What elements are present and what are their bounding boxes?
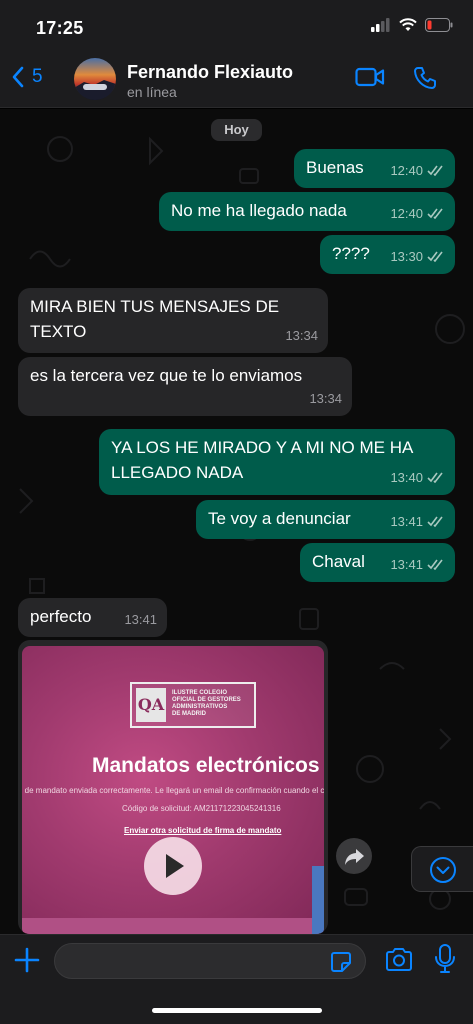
attach-button[interactable] xyxy=(12,945,42,980)
message-meta: 12:40 xyxy=(390,158,445,183)
message-meta: 12:40 xyxy=(390,201,445,226)
video-thumbnail[interactable]: QA ILUSTRE COLEGIO OFICIAL DE GESTORES A… xyxy=(22,646,324,934)
double-check-icon xyxy=(427,208,443,219)
forward-icon xyxy=(345,849,364,865)
double-check-icon xyxy=(427,472,443,483)
message-text: YA LOS HE MIRADO Y A MI NO ME HA LLEGADO… xyxy=(111,438,414,482)
thumbnail-line: d de mandato enviada correctamente. Le l… xyxy=(22,786,324,795)
microphone-button[interactable] xyxy=(433,943,457,980)
video-call-button[interactable] xyxy=(355,66,385,93)
voice-call-button[interactable] xyxy=(413,66,437,95)
message-bubble-outgoing[interactable]: Buenas 12:40 xyxy=(294,149,455,188)
message-bubble-outgoing[interactable]: ???? 13:30 xyxy=(320,235,455,274)
forward-button[interactable] xyxy=(336,838,372,874)
message-meta: 13:41 xyxy=(390,509,445,534)
unread-count: 5 xyxy=(32,66,43,87)
message-bubble-outgoing[interactable]: Chaval 13:41 xyxy=(300,543,455,582)
date-separator: Hoy xyxy=(211,119,262,141)
message-time: 13:41 xyxy=(390,514,423,529)
voice-call-icon xyxy=(414,67,436,89)
thumbnail-title: Mandatos electrónicos xyxy=(92,754,320,777)
message-text: ???? xyxy=(332,244,370,263)
plus-icon xyxy=(14,947,40,973)
camera-button[interactable] xyxy=(384,947,414,978)
signal-icon xyxy=(371,18,390,32)
message-text: MIRA BIEN TUS MENSAJES DE TEXTO xyxy=(30,297,280,341)
play-button[interactable] xyxy=(144,837,202,895)
sticker-button[interactable] xyxy=(329,950,353,979)
double-check-icon xyxy=(427,559,443,570)
message-time: 13:34 xyxy=(285,328,318,343)
sticker-icon xyxy=(331,952,351,972)
qa-logo: QA ILUSTRE COLEGIO OFICIAL DE GESTORES A… xyxy=(130,682,256,728)
camera-icon xyxy=(386,948,412,971)
message-text: es la tercera vez que te lo enviamos xyxy=(30,366,303,385)
message-bubble-incoming[interactable]: es la tercera vez que te lo enviamos 13:… xyxy=(18,357,352,416)
message-bubble-outgoing[interactable]: YA LOS HE MIRADO Y A MI NO ME HA LLEGADO… xyxy=(99,429,455,495)
message-text: Buenas xyxy=(306,158,364,177)
status-bar: 17:25 xyxy=(0,0,473,52)
message-bubble-incoming[interactable]: MIRA BIEN TUS MENSAJES DE TEXTO 13:34 xyxy=(18,288,328,353)
message-text: Te voy a denunciar xyxy=(208,509,351,528)
message-meta: 13:41 xyxy=(124,607,157,632)
message-composer xyxy=(0,934,473,1024)
play-icon xyxy=(166,854,184,878)
message-text: No me ha llegado nada xyxy=(171,201,347,220)
contact-name[interactable]: Fernando Flexiauto xyxy=(127,62,293,83)
avatar[interactable] xyxy=(74,58,116,100)
message-text: Chaval xyxy=(312,552,365,571)
thumbnail-line: Código de solicitud: AM21171223045241316 xyxy=(122,804,281,813)
message-time: 13:41 xyxy=(124,612,157,627)
scroll-to-bottom-button[interactable] xyxy=(411,846,473,892)
double-check-icon xyxy=(427,165,443,176)
thumbnail-link: Enviar otra solicitud de firma de mandat… xyxy=(124,826,282,835)
message-bubble-outgoing[interactable]: No me ha llegado nada 12:40 xyxy=(159,192,455,231)
message-input[interactable] xyxy=(54,943,366,979)
message-time: 13:34 xyxy=(309,391,342,406)
qa-logo-mark: QA xyxy=(136,688,166,722)
status-time: 17:25 xyxy=(36,18,84,38)
chat-area[interactable]: Hoy Buenas 12:40 No me ha llegado nada 1… xyxy=(0,109,473,934)
video-message[interactable]: QA ILUSTRE COLEGIO OFICIAL DE GESTORES A… xyxy=(18,640,328,934)
back-chevron-icon xyxy=(12,66,24,88)
double-check-icon xyxy=(427,251,443,262)
double-check-icon xyxy=(427,516,443,527)
home-indicator xyxy=(152,1008,322,1013)
message-meta: 13:41 xyxy=(390,552,445,577)
message-bubble-incoming[interactable]: perfecto 13:41 xyxy=(18,598,167,637)
message-time: 13:30 xyxy=(390,249,423,264)
microphone-icon xyxy=(435,944,455,973)
wifi-icon xyxy=(399,18,417,31)
message-meta: 13:34 xyxy=(285,323,318,348)
message-time: 12:40 xyxy=(390,163,423,178)
back-button[interactable]: 5 xyxy=(12,66,43,88)
message-text: perfecto xyxy=(30,607,92,626)
message-meta: 13:34 xyxy=(309,386,342,411)
chat-header: 5 Fernando Flexiauto en línea xyxy=(0,52,473,108)
message-bubble-outgoing[interactable]: Te voy a denunciar 13:41 xyxy=(196,500,455,539)
video-call-icon xyxy=(355,67,385,87)
message-time: 12:40 xyxy=(390,206,423,221)
status-icons xyxy=(371,18,453,32)
qa-logo-text: ILUSTRE COLEGIO OFICIAL DE GESTORES ADMI… xyxy=(172,690,241,717)
battery-icon xyxy=(425,18,453,32)
message-meta: 13:40 xyxy=(390,465,445,490)
message-time: 13:41 xyxy=(390,557,423,572)
message-time: 13:40 xyxy=(390,470,423,485)
message-meta: 13:30 xyxy=(390,244,445,269)
chevron-down-icon xyxy=(430,857,456,883)
contact-status: en línea xyxy=(127,84,177,100)
